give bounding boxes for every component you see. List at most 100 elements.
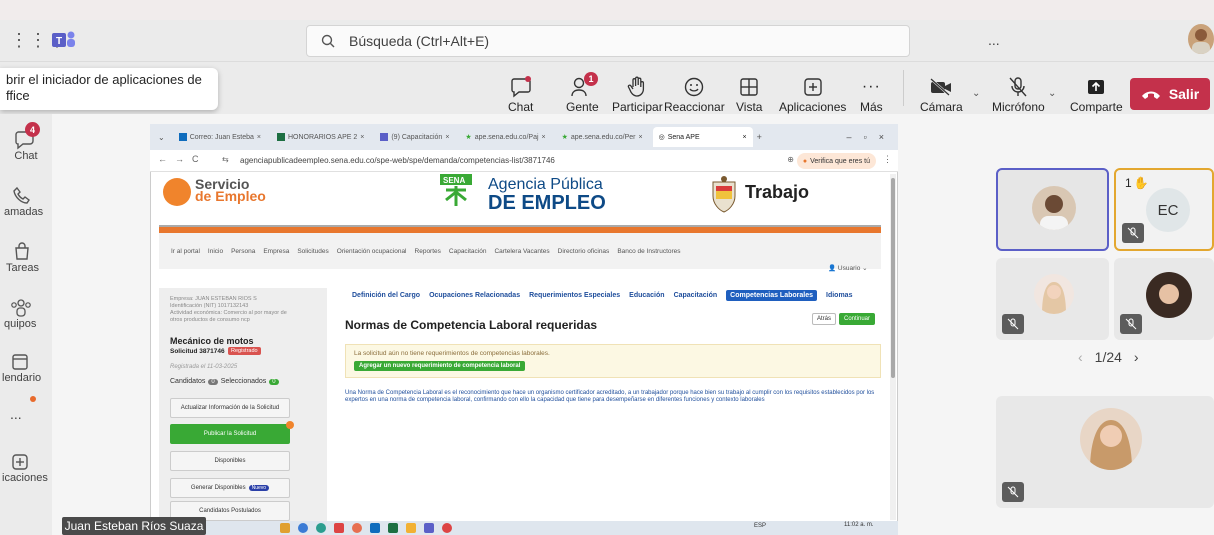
back-button[interactable]: Atrás — [812, 313, 837, 325]
sidebar-item-chat[interactable]: Chat 4 — [0, 122, 52, 162]
sidebar-item-calendar[interactable]: lendario — [0, 352, 52, 384]
browser-tab[interactable]: Correo: Juan Esteba × — [173, 127, 267, 147]
search-input[interactable]: Búsqueda (Ctrl+Alt+E) — [306, 25, 910, 57]
nav-item-portal[interactable]: Ir al portal — [171, 248, 200, 255]
camera-off-icon — [929, 74, 953, 100]
update-solicitud-button[interactable]: Actualizar Información de la Solicitud — [170, 398, 290, 418]
apps-button[interactable]: Aplicaciones — [779, 74, 846, 114]
microphone-options-chevron-down-icon[interactable]: ⌄ — [1048, 88, 1056, 99]
taskbar-app-icon[interactable] — [424, 523, 434, 533]
camera-options-chevron-down-icon[interactable]: ⌄ — [972, 88, 980, 99]
pager-label: 1/24 — [1094, 349, 1122, 365]
site-accent-bar — [159, 225, 881, 233]
disponibles-button[interactable]: Disponibles — [170, 451, 290, 471]
browser-tab-active[interactable]: ◎ Sena APE × — [652, 127, 753, 147]
taskbar-app-icon[interactable] — [352, 523, 362, 533]
page-scrollbar[interactable] — [890, 174, 896, 520]
next-page-chevron-icon[interactable]: › — [1134, 349, 1139, 365]
tab-definicion[interactable]: Definición del Cargo — [352, 292, 420, 299]
address-url[interactable]: agenciapublicadeempleo.sena.edu.co/spe-w… — [240, 156, 555, 165]
add-requirement-button[interactable]: Agregar un nuevo requerimiento de compet… — [354, 361, 526, 371]
taskbar-app-icon[interactable] — [334, 523, 344, 533]
tab-requerimientos[interactable]: Requerimientos Especiales — [529, 292, 620, 299]
participant-tile[interactable] — [996, 396, 1214, 508]
taskbar-app-icon[interactable] — [406, 523, 416, 533]
chat-button[interactable]: Chat — [508, 74, 533, 114]
close-icon[interactable]: × — [445, 134, 449, 141]
browser-tab[interactable]: (9) Capacitación × — [374, 127, 455, 147]
participant-tile[interactable]: 1 ✋ EC — [1114, 168, 1214, 251]
more-options-icon[interactable]: ... — [988, 32, 1000, 48]
participant-tile[interactable] — [996, 258, 1109, 340]
sidebar-item-more[interactable]: ... — [0, 406, 52, 422]
taskbar-app-icon[interactable] — [298, 523, 308, 533]
participant-photo — [1080, 408, 1142, 470]
nav-item-inicio[interactable]: Inicio — [208, 248, 223, 255]
browser-tab[interactable]: HONORARIOS APE 2 × — [271, 127, 370, 147]
nav-item-solicitudes[interactable]: Solicitudes — [297, 248, 328, 255]
browser-menu-icon[interactable]: ⋮ — [883, 154, 892, 165]
sidebar-item-teams[interactable]: quipos — [0, 298, 52, 330]
leave-button[interactable]: Salir — [1130, 78, 1210, 110]
raise-hand-label: Participar — [612, 100, 663, 114]
user-menu[interactable]: 👤 Usuario ⌄ — [828, 264, 868, 272]
close-icon[interactable]: × — [257, 134, 261, 141]
new-tab-icon[interactable]: + — [757, 132, 762, 142]
nav-item-cartelera[interactable]: Cartelera Vacantes — [494, 248, 549, 255]
tab-competencias[interactable]: Competencias Laborales — [726, 290, 818, 301]
continue-button[interactable]: Continuar — [839, 313, 876, 325]
tab-list-chevron-down-icon[interactable]: ⌄ — [158, 133, 165, 142]
close-icon[interactable]: × — [360, 134, 364, 141]
mic-off-icon — [1007, 74, 1029, 100]
taskbar-app-icon[interactable] — [370, 523, 380, 533]
nav-item-capacitacion[interactable]: Capacitación — [449, 248, 487, 255]
zoom-icon[interactable]: ⊕ — [787, 155, 794, 164]
tab-capacitacion[interactable]: Capacitación — [674, 292, 718, 299]
excel-icon — [277, 133, 285, 141]
site-info-icon[interactable]: ⇆ — [222, 155, 229, 164]
camera-button[interactable]: Cámara — [920, 74, 963, 114]
nav-item-directorio[interactable]: Directorio oficinas — [558, 248, 610, 255]
participant-tile[interactable] — [996, 168, 1109, 251]
close-icon[interactable]: × — [542, 134, 546, 141]
participant-pager: ‹ 1/24 › — [1078, 349, 1139, 365]
more-button[interactable]: ··· Más — [860, 74, 883, 114]
tab-idiomas[interactable]: Idiomas — [826, 292, 852, 299]
scrollbar-thumb[interactable] — [891, 178, 895, 378]
browser-tab[interactable]: ★ ape.sena.edu.co/Paj × — [459, 127, 551, 147]
nav-item-banco[interactable]: Banco de Instructores — [617, 248, 680, 255]
nav-item-orientacion[interactable]: Orientación ocupacional — [337, 248, 407, 255]
taskbar-app-icon[interactable] — [388, 523, 398, 533]
view-button[interactable]: Vista — [736, 74, 762, 114]
browser-tab[interactable]: ★ ape.sena.edu.co/Per × — [556, 127, 649, 147]
publish-solicitud-button[interactable]: Publicar la Solicitud — [170, 424, 290, 444]
react-button[interactable]: Reaccionar — [664, 74, 725, 114]
people-button[interactable]: Gente 1 — [566, 72, 599, 114]
verify-identity-button[interactable]: ● Verifica que eres tú — [796, 153, 876, 169]
sidebar-item-apps[interactable]: icaciones — [0, 452, 52, 484]
window-controls[interactable]: –▫× — [847, 132, 898, 142]
participant-tile[interactable] — [1114, 258, 1214, 340]
taskbar-app-icon[interactable] — [442, 523, 452, 533]
emoji-icon — [683, 74, 705, 100]
mic-off-icon — [1120, 314, 1142, 334]
close-icon[interactable]: × — [639, 134, 643, 141]
generate-disponibles-button[interactable]: Generar Disponibles Nuevo — [170, 478, 290, 498]
user-avatar[interactable] — [1188, 24, 1214, 54]
nav-item-persona[interactable]: Persona — [231, 248, 255, 255]
raise-hand-button[interactable]: Participar — [612, 74, 663, 114]
microphone-button[interactable]: Micrófono — [992, 74, 1045, 114]
share-button[interactable]: Comparte — [1070, 74, 1123, 114]
sidebar-item-tasks[interactable]: Tareas — [0, 242, 52, 274]
navigation-arrows-icon[interactable]: ←→C — [158, 154, 207, 164]
tab-ocupaciones[interactable]: Ocupaciones Relacionadas — [429, 292, 520, 299]
taskbar-app-icon[interactable] — [280, 523, 290, 533]
nav-item-reportes[interactable]: Reportes — [415, 248, 441, 255]
nav-item-empresa[interactable]: Empresa — [263, 248, 289, 255]
close-icon[interactable]: × — [743, 134, 747, 141]
tab-educacion[interactable]: Educación — [629, 292, 664, 299]
sidebar-item-calls[interactable]: amadas — [0, 186, 52, 218]
servicio-empleo-logo-icon — [163, 178, 191, 206]
previous-page-chevron-icon[interactable]: ‹ — [1078, 349, 1083, 365]
taskbar-app-icon[interactable] — [316, 523, 326, 533]
